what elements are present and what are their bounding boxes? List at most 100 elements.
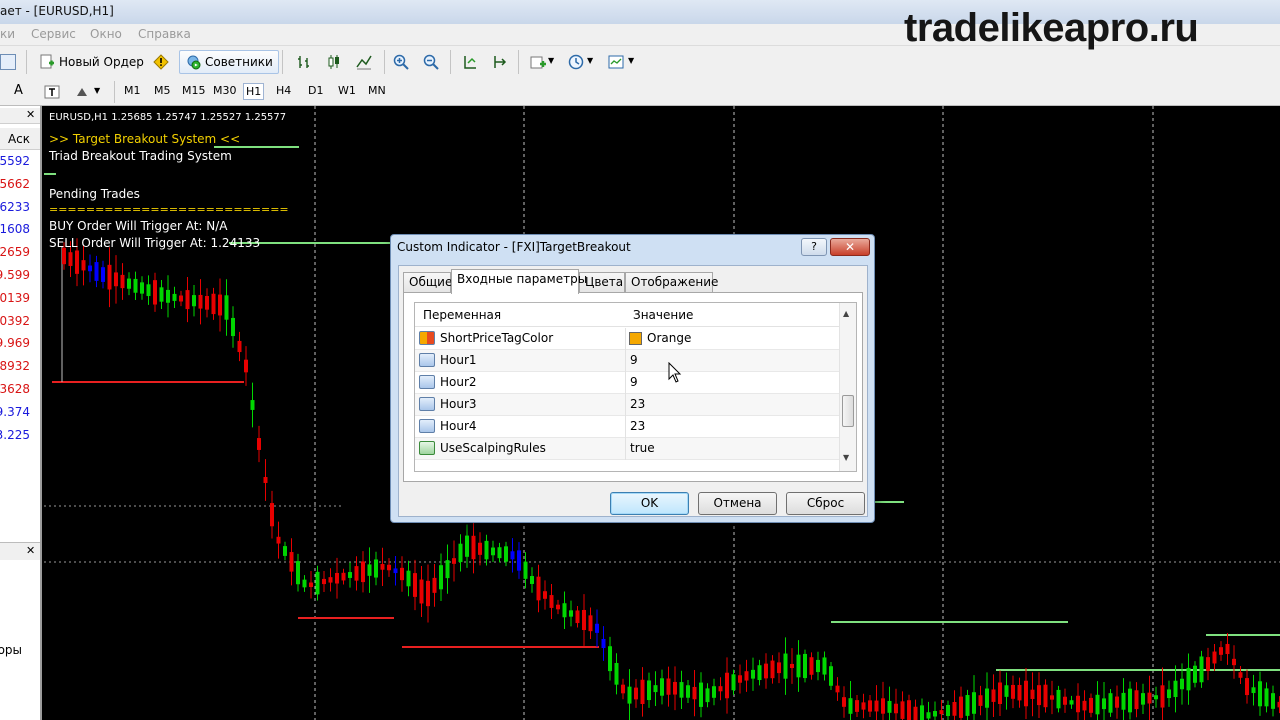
zoom-in-icon[interactable] [393,54,409,70]
candle-body [926,712,931,719]
timeframe-h1[interactable]: H1 [243,83,265,100]
experts-button[interactable]: Советники [179,50,279,74]
timeframe-w1[interactable]: W1 [336,83,358,98]
templates-icon[interactable] [608,54,624,70]
menu-item-service[interactable]: Сервис [31,27,76,41]
new-order-button[interactable]: Новый Ордер [34,50,149,74]
tab-visualization[interactable]: Отображение [625,272,718,293]
help-button[interactable]: ? [801,238,827,256]
candle-body [94,262,99,281]
candlestick-icon[interactable] [326,54,342,70]
ask-price[interactable]: 30392 [0,314,30,328]
parameter-value[interactable]: 23 [630,397,645,411]
indicators-icon[interactable] [530,54,546,70]
parameter-value[interactable]: Orange [647,331,691,345]
line-chart-icon[interactable] [356,54,372,70]
ask-price[interactable]: 56233 [0,200,30,214]
timeframe-m15[interactable]: M15 [180,83,208,98]
candle-body [1108,693,1113,713]
candle-body [1238,672,1243,678]
zoom-out-icon[interactable] [423,54,439,70]
candle-body [374,559,378,578]
parameter-row[interactable]: Hour1 9 [415,350,839,372]
timeframe-m1[interactable]: M1 [122,83,143,98]
ask-price[interactable]: 25592 [0,154,30,168]
drawing-timeframe-toolbar: A ▼ M1 M5 M15 M30 H1 H4 D1 W1 MN [0,78,1280,106]
candle-body [491,547,495,556]
parameter-row[interactable]: Hour4 23 [415,416,839,438]
ask-price[interactable]: 13.225 [0,428,30,442]
candle-body [257,438,261,450]
scrollbar-thumb[interactable] [842,395,854,427]
timeframe-m5[interactable]: M5 [152,83,173,98]
cancel-button[interactable]: Отмена [698,492,777,515]
candle-body [504,546,508,562]
timeframe-mn[interactable]: MN [366,83,388,98]
ok-button[interactable]: OK [610,492,689,515]
candle-body [1102,698,1106,710]
navigator-item-label[interactable]: оры [0,643,22,657]
parameter-row[interactable]: Hour2 9 [415,372,839,394]
candle-body [933,711,937,717]
profiles-icon[interactable] [0,54,16,70]
candle-body [1258,681,1262,707]
column-value[interactable]: Значение [633,308,693,322]
parameter-value[interactable]: 9 [630,375,638,389]
ask-price[interactable]: 49.374 [0,405,30,419]
templates-dropdown-icon[interactable]: ▼ [628,56,634,65]
reset-button[interactable]: Сброс [786,492,865,515]
parameter-value[interactable]: true [630,441,655,455]
arrows-dropdown-icon[interactable]: ▼ [94,86,100,95]
periods-dropdown-icon[interactable]: ▼ [587,56,593,65]
candle-body [426,580,430,607]
toolbar-separator [450,50,451,74]
tab-general[interactable]: Общие [403,272,452,293]
text-tool-button[interactable]: A [14,83,23,98]
window-title: ает - [EURUSD,H1] [0,4,114,18]
candle-body [523,561,528,579]
parameter-row[interactable]: UseScalpingRules true [415,438,839,460]
grid-scrollbar[interactable]: ▲ ▼ [839,303,856,471]
scroll-down-icon[interactable]: ▼ [843,453,849,462]
ask-price[interactable]: 79.599 [0,268,30,282]
ask-price[interactable]: 95662 [0,177,30,191]
text-label-icon[interactable] [44,84,60,100]
parameter-row[interactable]: Hour3 23 [415,394,839,416]
parameter-value[interactable]: 9 [630,353,638,367]
timeframe-m30[interactable]: M30 [211,83,239,98]
close-panel-icon[interactable]: ✕ [26,108,35,121]
ask-column-header[interactable]: Аск [0,128,40,150]
tab-input-parameters[interactable]: Входные параметры [451,269,587,294]
chart-shift-icon[interactable] [492,54,508,70]
parameter-name: UseScalpingRules [440,441,546,455]
timeframe-d1[interactable]: D1 [306,83,325,98]
bar-chart-icon[interactable] [296,54,312,70]
auto-scroll-icon[interactable] [462,54,478,70]
ask-price[interactable]: 23628 [0,382,30,396]
candle-body [1030,689,1035,699]
candle-body [75,250,79,274]
menu-item-help[interactable]: Справка [138,27,191,41]
ask-price[interactable]: 28932 [0,359,30,373]
column-variable[interactable]: Переменная [423,308,501,322]
close-dialog-button[interactable]: ✕ [830,238,870,256]
menu-item-tools[interactable]: ки [0,27,15,41]
menu-item-window[interactable]: Окно [90,27,122,41]
ask-price[interactable]: 01608 [0,222,30,236]
candle-body [1115,696,1119,708]
candle-body [621,684,625,694]
parameter-value[interactable]: 23 [630,419,645,433]
scroll-up-icon[interactable]: ▲ [843,309,849,318]
parameter-row[interactable]: ShortPriceTagColor Orange [415,328,839,350]
indicators-dropdown-icon[interactable]: ▼ [548,56,554,65]
ask-price[interactable]: 20139 [0,291,30,305]
periods-clock-icon[interactable] [568,54,584,70]
candle-body [400,567,404,581]
ask-price[interactable]: 79.969 [0,336,30,350]
timeframe-h4[interactable]: H4 [274,83,293,98]
arrows-icon[interactable] [74,84,90,100]
ask-price[interactable]: 02659 [0,245,30,259]
close-navigator-icon[interactable]: ✕ [26,544,35,557]
candle-body [764,663,768,679]
alert-diamond-icon[interactable] [153,54,169,70]
